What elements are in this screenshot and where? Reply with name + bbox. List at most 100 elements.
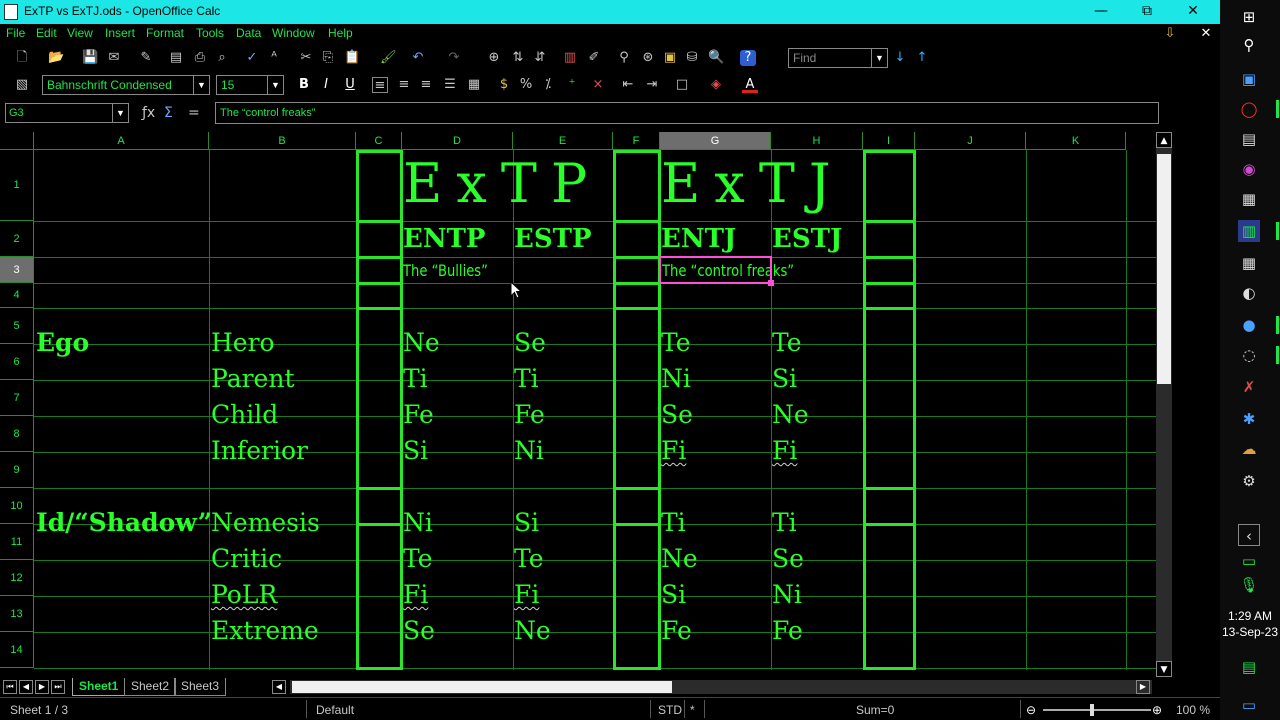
name-box-dropdown-icon[interactable]: ▼ bbox=[112, 104, 128, 122]
add-decimal-icon[interactable]: ⁺ bbox=[564, 77, 580, 93]
find-input[interactable]: Find ▼ bbox=[788, 48, 888, 68]
row-header-2[interactable]: 2 bbox=[0, 221, 34, 257]
column-header-b[interactable]: B bbox=[209, 132, 356, 150]
delete-decimal-icon[interactable]: × bbox=[590, 77, 606, 93]
standard-format-icon[interactable]: ⁒ bbox=[540, 77, 556, 93]
cell-b5[interactable]: Hero bbox=[211, 328, 275, 357]
close-button[interactable]: ✕ bbox=[1170, 0, 1216, 24]
cell-e5[interactable]: Se bbox=[514, 328, 546, 357]
column-header-d[interactable]: D bbox=[402, 132, 513, 150]
app-icon-photos[interactable]: ▣ bbox=[1238, 68, 1260, 90]
menu-view[interactable]: View bbox=[67, 26, 93, 40]
windows-start-icon[interactable]: ⊞ bbox=[1238, 6, 1260, 28]
find-dropdown-icon[interactable]: ▼ bbox=[871, 49, 887, 67]
cut-icon[interactable]: ✂ bbox=[298, 50, 314, 66]
align-left-icon[interactable]: ≡ bbox=[372, 77, 388, 93]
opera-icon[interactable]: ◯ bbox=[1238, 98, 1260, 120]
row-header-11[interactable]: 11 bbox=[0, 524, 34, 560]
column-header-g[interactable]: G bbox=[660, 132, 771, 150]
name-box[interactable]: G3 ▼ bbox=[5, 103, 129, 123]
find-next-icon[interactable]: ↓ bbox=[892, 50, 908, 66]
cell-d10[interactable]: Ni bbox=[403, 508, 433, 537]
undo-icon[interactable]: ↶ bbox=[410, 50, 426, 66]
scroll-down-icon[interactable]: ▼ bbox=[1156, 661, 1172, 677]
update-available-icon[interactable]: ⇩ bbox=[1162, 26, 1178, 42]
column-header-a[interactable]: A bbox=[34, 132, 209, 150]
restore-button[interactable]: ⧉ bbox=[1124, 0, 1170, 24]
next-sheet-icon[interactable]: ▶ bbox=[35, 680, 49, 694]
cell-b10[interactable]: Nemesis bbox=[211, 508, 320, 537]
vertical-scrollbar[interactable]: ▲ ▼ bbox=[1156, 132, 1172, 677]
cell-b6[interactable]: Parent bbox=[211, 364, 295, 393]
cell-g7[interactable]: Se bbox=[661, 400, 693, 429]
minimize-button[interactable]: — bbox=[1078, 0, 1124, 24]
sheet-tab-2[interactable]: Sheet2 bbox=[124, 678, 177, 696]
redo-icon[interactable]: ↷ bbox=[446, 50, 462, 66]
cell-g12[interactable]: Si bbox=[661, 580, 686, 609]
function-wizard-icon[interactable]: ƒx bbox=[142, 105, 155, 121]
save-icon[interactable]: 💾 bbox=[82, 50, 98, 66]
cell-d11[interactable]: Te bbox=[403, 544, 433, 573]
cell-e12[interactable]: Fi bbox=[514, 580, 539, 609]
row-header-12[interactable]: 12 bbox=[0, 560, 34, 596]
copy-icon[interactable]: ⎘ bbox=[320, 50, 336, 66]
cell-h5[interactable]: Te bbox=[772, 328, 802, 357]
column-header-i[interactable]: I bbox=[863, 132, 915, 150]
edit-file-icon[interactable]: ✎ bbox=[138, 50, 154, 66]
styles-formatting-icon[interactable]: ▧ bbox=[14, 77, 30, 93]
merge-cells-icon[interactable]: ▦ bbox=[466, 77, 482, 93]
app-icon-files[interactable]: ▤ bbox=[1238, 128, 1260, 150]
horizontal-scrollbar[interactable] bbox=[290, 680, 1152, 694]
cell-b11[interactable]: Critic bbox=[211, 544, 282, 573]
system-clock[interactable]: 1:29 AM 13-Sep-23 bbox=[1220, 608, 1280, 640]
column-header-k[interactable]: K bbox=[1026, 132, 1126, 150]
row-header-4[interactable]: 4 bbox=[0, 283, 34, 308]
menu-format[interactable]: Format bbox=[146, 26, 184, 40]
row-header-6[interactable]: 6 bbox=[0, 344, 34, 380]
app-icon-cloud[interactable]: ☁ bbox=[1238, 438, 1260, 460]
openoffice-calc-icon[interactable]: ▥ bbox=[1238, 220, 1260, 242]
app-icon-monitor[interactable]: ◐ bbox=[1238, 282, 1260, 304]
align-center-icon[interactable]: ≡ bbox=[396, 77, 412, 93]
cell-h13[interactable]: Fe bbox=[772, 616, 803, 645]
column-header-f[interactable]: F bbox=[613, 132, 660, 150]
microphone-icon[interactable]: 🎙 bbox=[1238, 574, 1260, 596]
cell-a10[interactable]: Id/“Shadow” bbox=[36, 508, 212, 537]
show-draw-functions-icon[interactable]: ✐ bbox=[586, 50, 602, 66]
zoom-in-icon[interactable]: ⊕ bbox=[1152, 703, 1162, 717]
scroll-right-icon[interactable]: ▶ bbox=[1136, 680, 1150, 694]
row-header-13[interactable]: 13 bbox=[0, 596, 34, 632]
sum-icon[interactable]: Σ bbox=[164, 105, 173, 121]
close-document-icon[interactable]: ✕ bbox=[1198, 26, 1214, 42]
spreadsheet-grid[interactable]: A B C D E F G H I J K 1 2 3 4 5 6 7 8 9 … bbox=[0, 132, 1156, 670]
cell-g6[interactable]: Ni bbox=[661, 364, 691, 393]
first-sheet-icon[interactable]: ⏮ bbox=[3, 680, 17, 694]
menu-edit[interactable]: Edit bbox=[36, 26, 57, 40]
row-header-8[interactable]: 8 bbox=[0, 416, 34, 452]
page-style[interactable]: Default bbox=[316, 703, 354, 717]
font-color-icon[interactable]: A bbox=[742, 77, 758, 93]
cell-e10[interactable]: Si bbox=[514, 508, 539, 537]
row-header-10[interactable]: 10 bbox=[0, 488, 34, 524]
menu-help[interactable]: Help bbox=[328, 26, 353, 40]
cell-d1[interactable]: ExTP bbox=[403, 152, 601, 215]
sheet-tab-1[interactable]: Sheet1 bbox=[72, 678, 126, 696]
cell-b13[interactable]: Extreme bbox=[211, 616, 319, 645]
app-icon-globe[interactable]: ● bbox=[1238, 314, 1260, 336]
decrease-indent-icon[interactable]: ⇤ bbox=[620, 77, 636, 93]
bold-icon[interactable]: B bbox=[296, 77, 312, 93]
cell-g2[interactable]: ENTJ bbox=[661, 224, 736, 254]
cell-d13[interactable]: Se bbox=[403, 616, 435, 645]
font-size-dropdown-icon[interactable]: ▼ bbox=[267, 76, 283, 94]
gear-icon[interactable]: ⚙ bbox=[1238, 470, 1260, 492]
cell-g11[interactable]: Ne bbox=[661, 544, 698, 573]
cell-d12[interactable]: Fi bbox=[403, 580, 428, 609]
function-equals-icon[interactable]: = bbox=[188, 105, 200, 121]
spellcheck-icon[interactable]: ✓ bbox=[244, 50, 260, 66]
calculator-icon[interactable]: ▦ bbox=[1238, 252, 1260, 274]
cell-h6[interactable]: Si bbox=[772, 364, 797, 393]
sheet-tab-3[interactable]: Sheet3 bbox=[174, 678, 227, 696]
export-pdf-icon[interactable]: ▤ bbox=[168, 50, 184, 66]
show-desktop-icon[interactable]: ▭ bbox=[1238, 694, 1260, 716]
autospell-icon[interactable]: ᴬ bbox=[266, 50, 282, 66]
